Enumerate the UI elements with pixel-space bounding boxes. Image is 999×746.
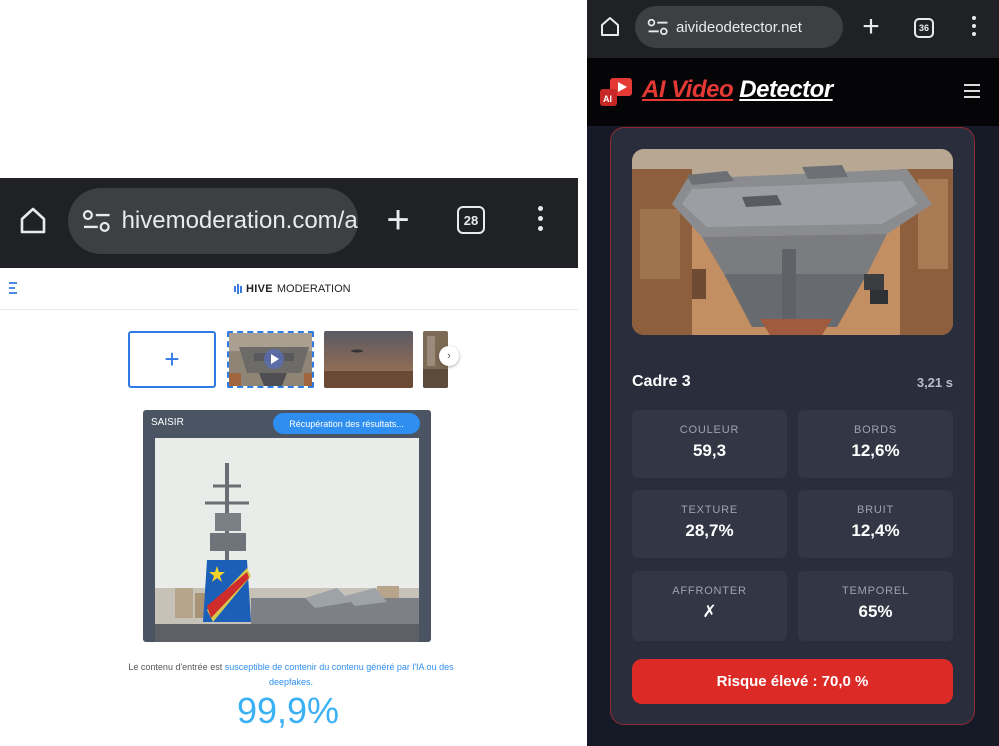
brand-name: HIVE [246,283,273,295]
hive-header: HIVE MODERATION [0,270,578,310]
stat-couleur: COULEUR 59,3 [632,410,787,478]
home-icon[interactable] [599,15,621,37]
warship-image [155,438,419,642]
thumbnail-video-sunset[interactable] [324,331,413,388]
new-tab-button[interactable]: + [859,12,883,42]
ai-score: 99,9% [236,690,340,731]
stat-value: 28,7% [685,521,734,540]
frame-image [632,149,953,335]
hamburger-menu-icon[interactable] [964,84,980,98]
new-tab-button[interactable]: + [382,200,414,240]
home-icon[interactable] [18,205,48,235]
input-label: SAISIR [151,417,184,428]
stat-label: TEXTURE [681,504,738,516]
stat-texture: TEXTURE 28,7% [632,490,787,558]
stat-label: BORDS [853,424,898,436]
play-icon[interactable] [264,349,284,369]
thumbnail-video-carrier[interactable] [227,331,314,388]
frame-title: Cadre 3 [632,373,691,390]
stat-value: 59,3 [692,441,727,460]
stat-value: ✗ [702,602,717,621]
stat-bruit: BRUIT 12,4% [798,490,953,558]
ai-video-logo-icon[interactable]: AI [600,78,634,108]
logo-badge-text: AI [603,94,612,104]
result-text: Le contenu d'entrée est [128,662,225,672]
title-part-ai-video: AI Video [642,76,734,103]
upload-add-button[interactable]: + [128,331,216,388]
input-preview-card: SAISIR [143,410,431,642]
stat-value: 65% [858,602,893,621]
fetching-results-badge: Récupération des résultats... [273,413,420,434]
stat-label: COULEUR [679,424,740,436]
hive-logo[interactable]: HIVE MODERATION [234,283,351,295]
site-header: AI AI Video Detector [587,58,999,126]
aivideodetector-screenshot: aivideodetector.net + 36 AI AI Video Det… [587,0,999,746]
url-bar[interactable]: aivideodetector.net [635,6,843,48]
tab-switcher-button[interactable]: 28 [457,206,485,234]
result-description: Le contenu d'entrée est susceptible de c… [118,660,464,690]
carousel-next-button[interactable]: › [439,346,459,366]
site-settings-icon[interactable] [82,210,112,232]
tab-switcher-button[interactable]: 36 [914,18,934,38]
result-highlight-text: susceptible de contenir du contenu génér… [224,662,454,687]
stat-temporel: TEMPOREL 65% [798,571,953,641]
more-menu-icon[interactable] [971,16,977,40]
stat-value: 12,4% [851,521,900,540]
stat-value: 12,6% [851,441,900,460]
url-text[interactable]: hivemoderation.com/ai-ge [122,207,358,235]
carrier-frame-image [632,149,953,335]
site-title[interactable]: AI Video Detector [642,76,833,104]
brand-suffix: MODERATION [276,283,351,295]
stat-label: BRUIT [857,504,894,516]
stat-bords: BORDS 12,6% [798,410,953,478]
thumbnail-image [324,331,413,388]
sidebar-menu-icon[interactable] [9,282,19,296]
url-text[interactable]: aivideodetector.net [676,19,802,36]
title-part-detector: Detector [739,76,833,103]
more-menu-icon[interactable] [536,206,544,236]
hive-screenshot: hivemoderation.com/ai-ge + 28 HIVE MODER… [0,0,578,746]
frame-timestamp: 3,21 s [916,375,953,390]
site-settings-icon[interactable] [647,19,669,35]
stat-affronter: AFFRONTER ✗ [632,571,787,641]
url-bar[interactable]: hivemoderation.com/ai-ge [68,188,358,254]
stat-label: AFFRONTER [672,585,747,597]
stat-label: TEMPOREL [842,585,909,597]
hive-logo-icon [234,284,242,294]
risk-level-button[interactable]: Risque élevé : 70,0 % [632,659,953,704]
